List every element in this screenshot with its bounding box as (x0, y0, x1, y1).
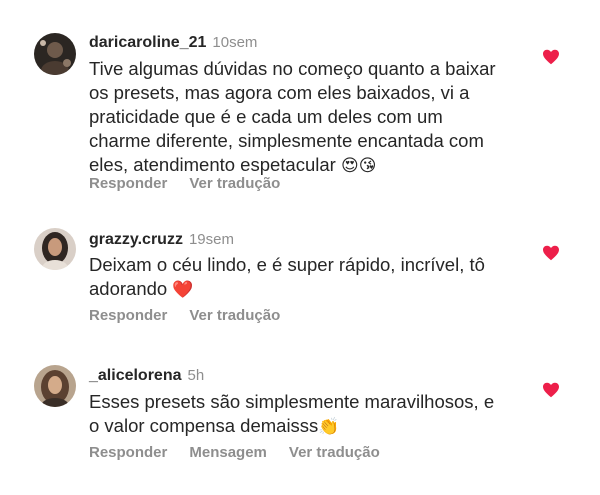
message-button[interactable]: Mensagem (189, 444, 267, 461)
comment-line-text: adorando (89, 278, 168, 299)
avatar[interactable] (34, 228, 76, 270)
comment-actions: Responder Ver tradução (89, 175, 302, 192)
comment-line: Esses presets são simplesmente maravilho… (89, 391, 495, 412)
comment-line: os presets, mas agora com eles baixados,… (89, 82, 470, 103)
comment-text: Deixam o céu lindo, e é super rápido, in… (89, 253, 529, 302)
avatar[interactable] (34, 33, 76, 75)
comment-header: _alicelorena 5h (89, 366, 204, 386)
emoji: ❤️ (172, 280, 194, 300)
comment-header: grazzy.cruzz 19sem (89, 230, 234, 250)
reply-button[interactable]: Responder (89, 307, 167, 324)
comment-line: Deixam o céu lindo, e é super rápido, in… (89, 254, 485, 275)
translate-button[interactable]: Ver tradução (289, 444, 380, 461)
heart-icon[interactable] (542, 245, 560, 261)
emoji: 😍😘 (340, 156, 377, 176)
comment-line: o valor compensa demaisss👏 (89, 414, 529, 439)
username[interactable]: _alicelorena (89, 367, 182, 384)
comment-actions: Responder Ver tradução (89, 307, 302, 324)
translate-button[interactable]: Ver tradução (189, 307, 280, 324)
comment-actions: Responder Mensagem Ver tradução (89, 444, 402, 461)
heart-icon[interactable] (542, 49, 560, 65)
avatar[interactable] (34, 365, 76, 407)
comment-text: Tive algumas dúvidas no começo quanto a … (89, 57, 529, 178)
translate-button[interactable]: Ver tradução (189, 175, 280, 192)
comment-text: Esses presets são simplesmente maravilho… (89, 390, 529, 439)
comment-header: daricaroline_21 10sem (89, 33, 257, 53)
reply-button[interactable]: Responder (89, 175, 167, 192)
comment-line-text: o valor compensa demaisss (89, 415, 319, 436)
timestamp: 5h (187, 367, 205, 384)
comment-line-text: eles, atendimento espetacular (89, 154, 336, 175)
timestamp: 10sem (212, 34, 258, 51)
comment-line: praticidade que é e cada um deles com um (89, 106, 443, 127)
username[interactable]: grazzy.cruzz (89, 231, 183, 248)
username[interactable]: daricaroline_21 (89, 34, 206, 51)
comment-line: charme diferente, simplesmente encantada… (89, 130, 484, 151)
reply-button[interactable]: Responder (89, 444, 167, 461)
emoji: 👏 (318, 417, 340, 437)
heart-icon[interactable] (542, 382, 560, 398)
timestamp: 19sem (188, 231, 234, 248)
comment-line: adorando ❤️ (89, 277, 529, 302)
comment-line: Tive algumas dúvidas no começo quanto a … (89, 58, 496, 79)
